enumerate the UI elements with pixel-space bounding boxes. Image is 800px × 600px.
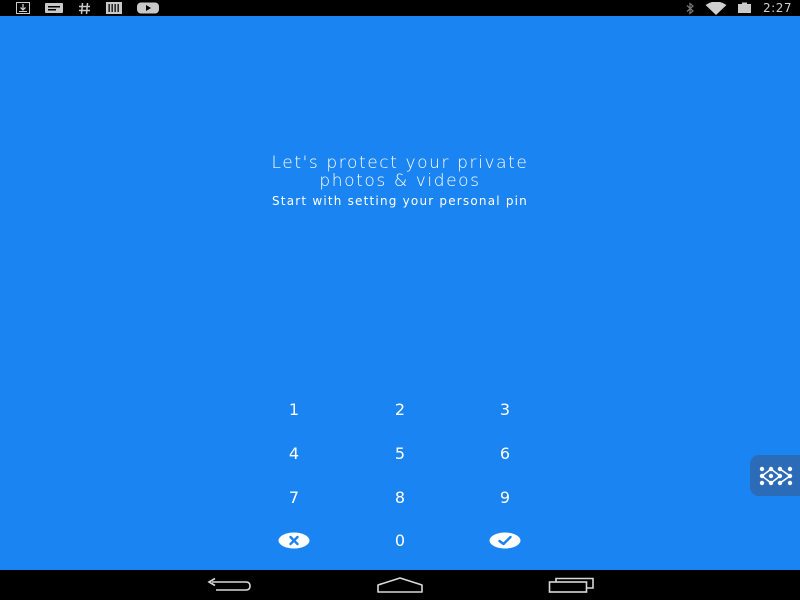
key-8[interactable]: 8 — [370, 481, 430, 513]
recent-apps-button[interactable] — [542, 572, 602, 598]
clear-button[interactable] — [264, 524, 324, 556]
pattern-grid-icon — [759, 466, 793, 485]
pin-keypad: 1 2 3 4 5 6 7 8 9 0 — [0, 0, 800, 600]
back-button[interactable] — [199, 572, 259, 598]
key-5[interactable]: 5 — [370, 437, 430, 469]
home-icon — [377, 577, 423, 593]
side-panel-handle[interactable] — [750, 455, 800, 496]
key-2[interactable]: 2 — [370, 393, 430, 425]
app-screen: 2:27 Let's protect your private photos &… — [0, 0, 800, 600]
key-6[interactable]: 6 — [475, 437, 535, 469]
back-icon — [207, 577, 251, 591]
navigation-bar — [0, 570, 800, 600]
key-7[interactable]: 7 — [264, 481, 324, 513]
key-1[interactable]: 1 — [264, 393, 324, 425]
recent-apps-icon — [548, 577, 594, 593]
key-3[interactable]: 3 — [475, 393, 535, 425]
home-button[interactable] — [370, 572, 430, 598]
key-0[interactable]: 0 — [370, 524, 430, 556]
checkmark-icon — [489, 532, 521, 548]
key-9[interactable]: 9 — [475, 481, 535, 513]
key-4[interactable]: 4 — [264, 437, 324, 469]
clear-icon — [278, 532, 310, 548]
confirm-button[interactable] — [475, 524, 535, 556]
